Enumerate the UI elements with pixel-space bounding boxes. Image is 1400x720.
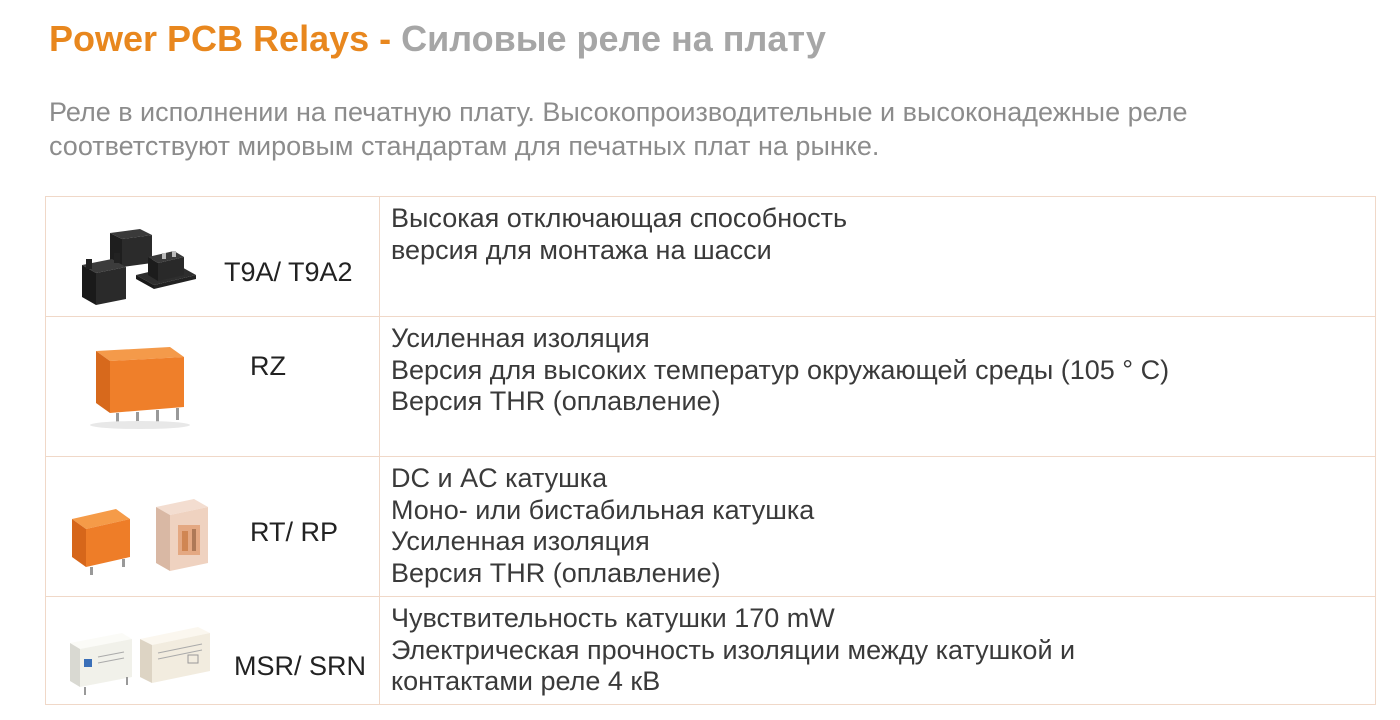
feature-line: версия для монтажа на шасси (391, 234, 772, 265)
product-cell: RT/ RP (45, 456, 380, 597)
feature-line: Усиленная изоляция (391, 323, 650, 353)
table-row: RT/ RP DC и AC катушка Моно- или бистаби… (45, 456, 1376, 597)
title-english: Power PCB Relays (49, 18, 370, 59)
table-row: T9A/ T9A2 Высокая отключающая способност… (45, 196, 1376, 317)
intro-paragraph: Реле в исполнении на печатную плату. Выс… (49, 97, 1188, 161)
table-row: MSR/ SRN Чувствительность катушки 170 mW… (45, 596, 1376, 705)
feature-line: Электрическая прочность изоляции между к… (391, 634, 1076, 665)
model-name: MSR/ SRN (234, 651, 367, 681)
relay-rt-rp-image (72, 499, 208, 575)
feature-line: контактами реле 4 кВ (391, 666, 661, 697)
relay-msr-srn-image (70, 627, 210, 695)
model-name: RZ (250, 351, 286, 381)
product-cell: RZ (45, 316, 380, 457)
feature-line: Высокая отключающая способность (391, 203, 848, 233)
feature-line: Моно- или бистабильная катушка (391, 494, 815, 525)
feature-line: Чувствительность катушки 170 mW (391, 603, 835, 633)
relay-rz-image (90, 347, 190, 429)
model-name: T9A/ T9A2 (224, 257, 353, 287)
feature-cell: DC и AC катушка Моно- или бистабильная к… (379, 456, 1376, 597)
product-cell: MSR/ SRN (45, 596, 380, 705)
feature-line: Версия для высоких температур окружающей… (391, 354, 1170, 385)
feature-line: DC и AC катушка (391, 463, 608, 493)
product-cell: T9A/ T9A2 (45, 196, 380, 317)
feature-cell: Высокая отключающая способность версия д… (379, 196, 1376, 317)
title-separator: - (369, 18, 402, 59)
feature-cell: Чувствительность катушки 170 mW Электрич… (379, 596, 1376, 705)
page-title: Power PCB Relays - Силовые реле на плату (49, 18, 826, 60)
relay-table: T9A/ T9A2 Высокая отключающая способност… (45, 196, 1376, 705)
feature-line: Версия THR (оплавление) (391, 558, 721, 589)
feature-line: Усиленная изоляция (391, 526, 650, 557)
feature-cell: Усиленная изоляция Версия для высоких те… (379, 316, 1376, 457)
relay-t9a-image (82, 229, 196, 305)
title-russian: Силовые реле на плату (401, 18, 826, 59)
feature-line: Версия THR (оплавление) (391, 386, 721, 417)
model-name: RT/ RP (250, 517, 339, 547)
table-row: RZ Усиленная изоляция Версия для высоких… (45, 316, 1376, 457)
